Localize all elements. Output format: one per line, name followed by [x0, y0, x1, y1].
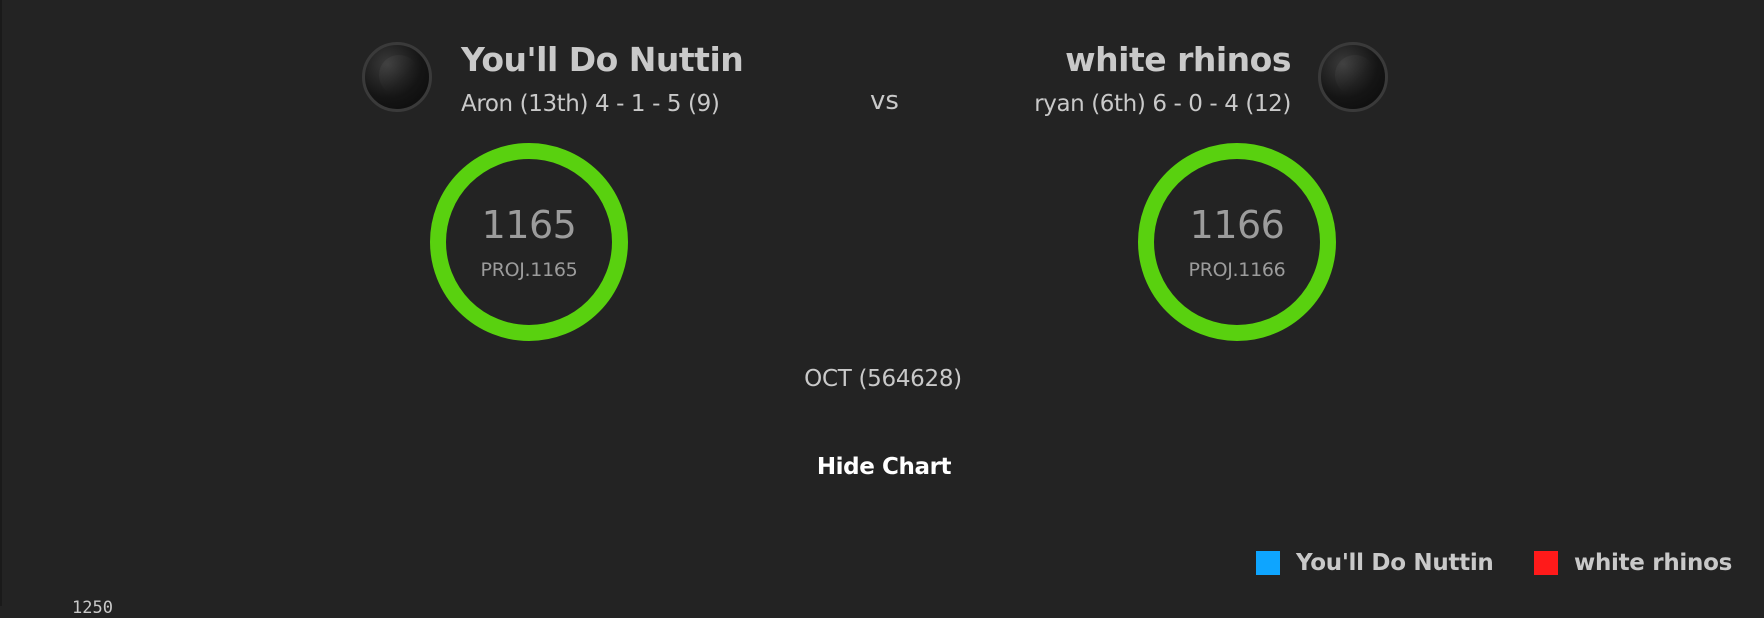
team-avatar-right[interactable]	[1318, 42, 1388, 112]
legend-label-right-team: white rhinos	[1574, 550, 1732, 576]
right-team-name[interactable]: white rhinos	[1065, 40, 1291, 79]
left-projected-score: PROJ.1165	[480, 259, 578, 281]
legend-item-left-team[interactable]: You'll Do Nuttin	[1256, 550, 1494, 576]
right-score: 1166	[1189, 203, 1285, 247]
right-projected-score: PROJ.1166	[1188, 259, 1286, 281]
chart-y-axis-tick: 1250	[72, 598, 113, 618]
team-avatar-left[interactable]	[362, 42, 432, 112]
versus-label: vs	[870, 86, 899, 116]
right-team-record: ryan (6th) 6 - 0 - 4 (12)	[1034, 91, 1291, 117]
right-score-ring: 1166 PROJ.1166	[1138, 143, 1336, 341]
legend-item-right-team[interactable]: white rhinos	[1534, 550, 1732, 576]
matchup-panel: You'll Do Nuttin Aron (13th) 4 - 1 - 5 (…	[0, 0, 1764, 618]
left-score: 1165	[481, 203, 577, 247]
legend-swatch-right-team	[1534, 551, 1558, 575]
left-score-ring: 1165 PROJ.1165	[430, 143, 628, 341]
left-team-record: Aron (13th) 4 - 1 - 5 (9)	[461, 91, 720, 117]
legend-swatch-left-team	[1256, 551, 1280, 575]
legend-label-left-team: You'll Do Nuttin	[1296, 550, 1494, 576]
left-team-name[interactable]: You'll Do Nuttin	[461, 40, 744, 79]
hide-chart-button[interactable]: Hide Chart	[812, 454, 956, 480]
matchup-period: OCT (564628)	[804, 366, 962, 392]
